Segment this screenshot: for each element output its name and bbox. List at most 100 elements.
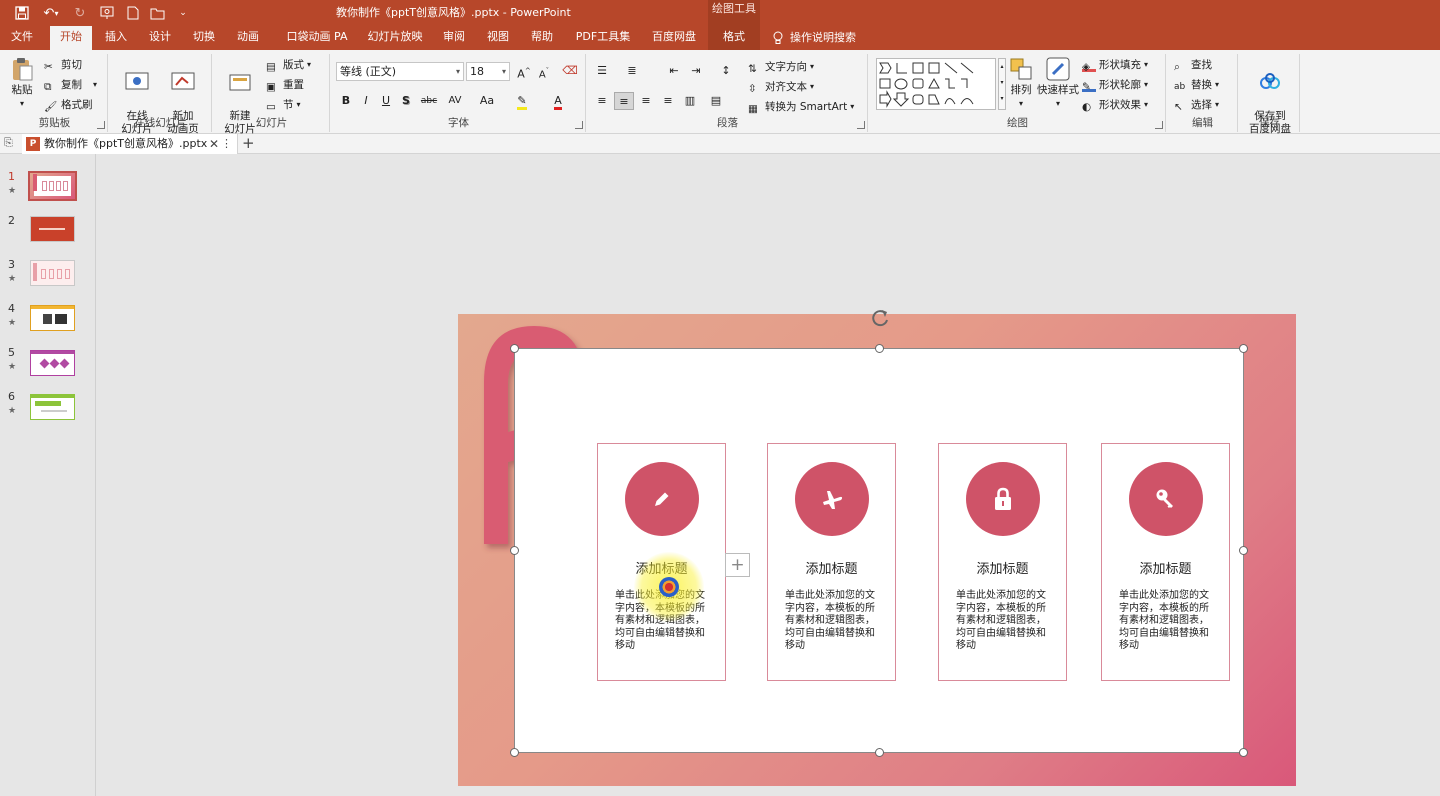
clipboard-launcher[interactable] [97, 121, 105, 129]
card-title-2[interactable]: 添加标题 [768, 558, 895, 577]
customize-qa-icon[interactable]: ⌄ [176, 3, 190, 23]
columns-icon[interactable]: ▤ [706, 92, 726, 110]
resize-handle-top-left[interactable] [510, 344, 519, 353]
shapes-gallery-scroll[interactable]: ▴ ▾ ▾ [998, 58, 1006, 110]
tab-format[interactable]: 格式 [708, 26, 760, 50]
feature-card-3[interactable]: 添加标题 单击此处添加您的文字内容，本模板的所有素材和逻辑图表，均可自由编辑替换… [938, 443, 1067, 681]
pin-icon[interactable]: ⎘ [4, 136, 13, 150]
grow-font-icon[interactable]: A^ [514, 62, 534, 81]
arrange-button[interactable]: 排列 ▾ [1006, 56, 1036, 110]
feature-card-2[interactable]: 添加标题 单击此处添加您的文字内容，本模板的所有素材和逻辑图表，均可自由编辑替换… [767, 443, 896, 681]
align-text-button[interactable]: ⇳ 对齐文本 ▾ [748, 78, 814, 96]
change-case-button[interactable]: Aa [474, 92, 500, 110]
align-right-icon[interactable]: ≡ [636, 92, 656, 110]
bullets-icon[interactable]: ☰ [592, 62, 612, 80]
resize-handle-left[interactable] [510, 546, 519, 555]
tab-baidu-netdisk[interactable]: 百度网盘 [646, 26, 702, 50]
numbering-icon[interactable]: ≣ [622, 62, 642, 80]
new-tab-icon[interactable]: + [242, 134, 255, 152]
paste-button[interactable]: 粘贴 ▾ [4, 56, 40, 110]
resize-handle-bottom[interactable] [875, 748, 884, 757]
tab-transitions[interactable]: 切换 [188, 26, 220, 50]
shape-effects-button[interactable]: ◐ 形状效果 ▾ [1082, 96, 1148, 114]
card-title-4[interactable]: 添加标题 [1102, 558, 1229, 577]
slide-thumbnail-5[interactable] [30, 350, 75, 376]
card-body-3[interactable]: 单击此处添加您的文字内容，本模板的所有素材和逻辑图表，均可自由编辑替换和移动 [956, 590, 1046, 653]
card-title-3[interactable]: 添加标题 [939, 558, 1066, 577]
resize-handle-right[interactable] [1239, 546, 1248, 555]
shape-fill-button[interactable]: ◈ 形状填充 ▾ [1082, 56, 1148, 74]
slide-thumbnail-1[interactable] [28, 171, 77, 201]
decrease-indent-icon[interactable]: ⇤ [664, 62, 684, 80]
feature-card-4[interactable]: 添加标题 单击此处添加您的文字内容，本模板的所有素材和逻辑图表，均可自由编辑替换… [1101, 443, 1230, 681]
align-left-icon[interactable]: ≡ [592, 92, 612, 110]
new-file-icon[interactable] [124, 3, 142, 23]
card-body-2[interactable]: 单击此处添加您的文字内容，本模板的所有素材和逻辑图表，均可自由编辑替换和移动 [785, 590, 875, 653]
underline-button[interactable]: U [376, 92, 396, 110]
slide-thumbnail-3[interactable] [30, 260, 75, 286]
font-color-icon[interactable]: A [548, 92, 568, 110]
layout-button[interactable]: ▤ 版式 ▾ [266, 56, 311, 74]
shadow-button[interactable]: S [396, 92, 416, 110]
italic-button[interactable]: I [356, 92, 376, 110]
paragraph-launcher[interactable] [857, 121, 865, 129]
tab-animations[interactable]: 动画 [232, 26, 264, 50]
feature-card-1[interactable]: 添加标题 单击此处添加您的文字内容，本模板的所有素材和逻辑图表，均可自由编辑替换… [597, 443, 726, 681]
tab-home[interactable]: 开始 [50, 26, 92, 50]
highlight-icon[interactable]: ✎ [512, 92, 532, 110]
replace-button[interactable]: ab 替换 ▾ [1174, 76, 1219, 94]
tab-pdf-tools[interactable]: PDF工具集 [572, 26, 634, 50]
increase-indent-icon[interactable]: ⇥ [686, 62, 706, 80]
distribute-icon[interactable]: ▥ [680, 92, 700, 110]
save-icon[interactable] [12, 3, 32, 23]
tab-more-icon[interactable]: ⋮ [221, 134, 232, 154]
card-body-1[interactable]: 单击此处添加您的文字内容，本模板的所有素材和逻辑图表，均可自由编辑替换和移动 [615, 590, 705, 653]
tab-design[interactable]: 设计 [144, 26, 176, 50]
tell-me-search[interactable]: 操作说明搜索 [772, 26, 856, 50]
tab-insert[interactable]: 插入 [100, 26, 132, 50]
resize-handle-bottom-left[interactable] [510, 748, 519, 757]
card-title-1[interactable]: 添加标题 [598, 558, 725, 577]
char-spacing-button[interactable]: AV [442, 92, 468, 110]
tab-pocket-animation[interactable]: 口袋动画 PA [282, 26, 352, 50]
shapes-gallery[interactable] [876, 58, 996, 110]
present-icon[interactable] [98, 3, 118, 23]
select-button[interactable]: ↖ 选择 ▾ [1174, 96, 1219, 114]
add-element-icon[interactable]: + [725, 553, 750, 577]
document-tab[interactable]: P 教你制作《pptT创意风格》.pptx ✕ ⋮ [22, 134, 238, 154]
strikethrough-button[interactable]: abc [416, 92, 442, 110]
tab-view[interactable]: 视图 [482, 26, 514, 50]
justify-icon[interactable]: ≡ [658, 92, 678, 110]
shape-outline-button[interactable]: ✎ 形状轮廓 ▾ [1082, 76, 1148, 94]
tab-help[interactable]: 帮助 [526, 26, 558, 50]
open-folder-icon[interactable] [148, 3, 168, 23]
format-painter-button[interactable]: 🖌 格式刷 [44, 96, 93, 114]
quick-styles-button[interactable]: 快速样式 ▾ [1036, 56, 1080, 110]
close-tab-icon[interactable]: ✕ [209, 134, 219, 154]
slide-thumbnail-2[interactable] [30, 216, 75, 242]
text-direction-button[interactable]: ⇅ 文字方向 ▾ [748, 58, 814, 76]
convert-smartart-button[interactable]: ▦ 转换为 SmartArt ▾ [748, 98, 854, 116]
tab-review[interactable]: 审阅 [438, 26, 470, 50]
rotate-handle-icon[interactable] [869, 307, 891, 329]
drawing-launcher[interactable] [1155, 121, 1163, 129]
resize-handle-top-right[interactable] [1239, 344, 1248, 353]
font-size-select[interactable]: 18 ▾ [466, 62, 510, 81]
section-button[interactable]: ▭ 节 ▾ [266, 96, 301, 114]
reset-button[interactable]: ▣ 重置 [266, 76, 304, 94]
align-center-icon[interactable]: ≡ [614, 92, 634, 110]
font-name-select[interactable]: 等线 (正文) ▾ [336, 62, 464, 81]
slide-thumbnail-6[interactable] [30, 394, 75, 420]
tab-file[interactable]: 文件 [6, 26, 38, 50]
redo-icon[interactable]: ↻ [70, 3, 90, 23]
tab-slideshow[interactable]: 幻灯片放映 [364, 26, 426, 50]
font-launcher[interactable] [575, 121, 583, 129]
clear-format-icon[interactable]: ⌫ [560, 62, 580, 80]
find-button[interactable]: ⌕ 查找 [1174, 56, 1212, 74]
shrink-font-icon[interactable]: Aˇ [534, 62, 554, 80]
card-body-4[interactable]: 单击此处添加您的文字内容，本模板的所有素材和逻辑图表，均可自由编辑替换和移动 [1119, 590, 1209, 653]
cut-button[interactable]: ✂ 剪切 [44, 56, 82, 74]
resize-handle-bottom-right[interactable] [1239, 748, 1248, 757]
bold-button[interactable]: B [336, 92, 356, 110]
slide-thumbnail-4[interactable] [30, 305, 75, 331]
